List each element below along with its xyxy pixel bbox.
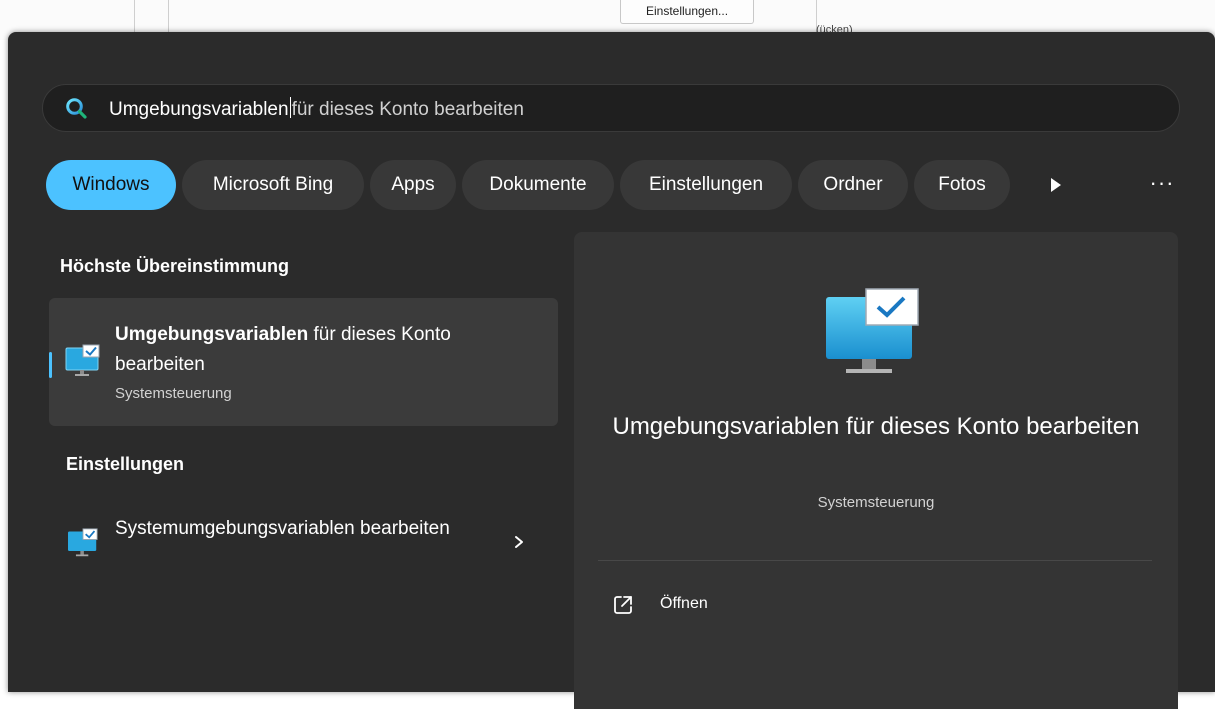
control-panel-monitor-icon xyxy=(68,528,98,557)
text-caret xyxy=(289,97,291,118)
tab-windows[interactable]: Windows xyxy=(46,160,176,210)
search-autocomplete-text: für dieses Konto bearbeiten xyxy=(291,99,524,120)
best-match-subtitle: Systemsteuerung xyxy=(115,385,232,402)
tab-apps[interactable]: Apps xyxy=(370,160,456,210)
detail-subtitle: Systemsteuerung xyxy=(817,494,935,511)
settings-heading: Einstellungen xyxy=(66,454,185,474)
control-panel-monitor-icon xyxy=(826,288,919,373)
play-arrow-icon[interactable] xyxy=(1040,170,1070,200)
background-settings-button[interactable]: Einstellungen... xyxy=(620,0,754,24)
search-icon xyxy=(66,98,87,119)
tab-dokumente[interactable]: Dokumente xyxy=(462,160,614,210)
open-action[interactable]: Öffnen xyxy=(612,590,912,620)
search-typed-text: Umgebungsvariablen xyxy=(109,99,289,120)
chevron-right-icon xyxy=(515,536,523,548)
open-external-icon xyxy=(614,596,632,614)
search-input[interactable]: Umgebungsvariablen für dieses Konto bearb… xyxy=(42,84,1180,132)
best-match-title: Umgebungsvariablen für dieses Konto bear… xyxy=(115,320,515,380)
list-item[interactable]: Systemumgebungsvariablen bearbeiten xyxy=(49,510,558,580)
search-query: Umgebungsvariablen für dieses Konto bearb… xyxy=(109,97,524,121)
detail-divider xyxy=(598,560,1152,561)
tab-fotos[interactable]: Fotos xyxy=(914,160,1010,210)
more-options-button[interactable]: ··· xyxy=(1142,168,1182,198)
search-panel: Umgebungsvariablen für dieses Konto bearb… xyxy=(8,32,1215,709)
detail-pane: Umgebungsvariablen für dieses Konto bear… xyxy=(574,232,1178,709)
control-panel-monitor-icon xyxy=(65,344,100,376)
selection-indicator xyxy=(49,352,52,378)
tab-microsoft-bing[interactable]: Microsoft Bing xyxy=(182,160,364,210)
settings-item-label: Systemumgebungsvariablen bearbeiten xyxy=(115,518,450,539)
tab-ordner[interactable]: Ordner xyxy=(798,160,908,210)
detail-title: Umgebungsvariablen für dieses Konto bear… xyxy=(612,413,1140,440)
best-match-heading: Höchste Übereinstimmung xyxy=(60,256,290,276)
best-match-result[interactable]: Umgebungsvariablen für dieses Konto bear… xyxy=(49,298,558,426)
best-match-title-bold: Umgebungsvariablen xyxy=(115,324,309,345)
open-action-label: Öffnen xyxy=(660,595,708,612)
tab-einstellungen[interactable]: Einstellungen xyxy=(620,160,792,210)
